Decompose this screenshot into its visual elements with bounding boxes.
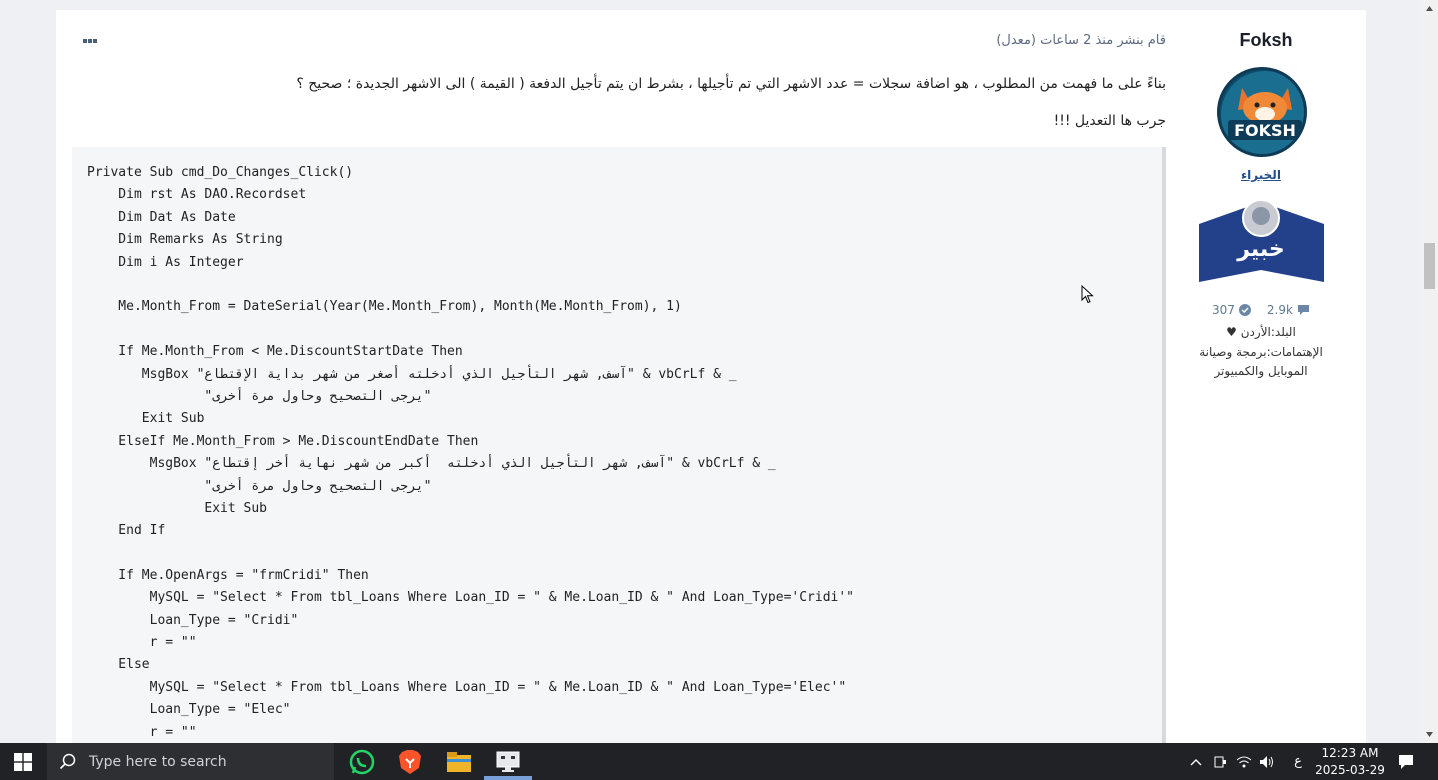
avatar-text: FOKSH	[1234, 121, 1296, 140]
brave-browser-icon[interactable]	[386, 743, 434, 780]
search-placeholder: Type here to search	[89, 753, 227, 770]
code-line: Exit Sub	[87, 501, 268, 516]
code-line: Loan_Type = "Cridi"	[87, 613, 299, 628]
code-line: End If	[87, 523, 166, 538]
code-block: Private Sub cmd_Do_Changes_Click() Dim r…	[72, 147, 1166, 747]
show-hidden-icons-chevron-icon[interactable]	[1186, 743, 1206, 780]
taskbar-search[interactable]: Type here to search	[47, 743, 334, 780]
code-line: Dim Dat As Date	[87, 210, 236, 225]
post-text-1: بناءً على ما فهمت من المطلوب ، هو اضافة …	[296, 76, 1166, 92]
code-line: Else	[87, 657, 150, 672]
page-scrollbar[interactable]	[1421, 0, 1438, 743]
code-line: MySQL = "Select * From tbl_Loans Where L…	[87, 680, 847, 695]
clock-date: 2025-03-29	[1315, 763, 1385, 777]
country-line: البلد:الأردن ♥	[1226, 325, 1296, 339]
code-line: Me.Month_From = DateSerial(Year(Me.Month…	[87, 299, 682, 314]
scroll-thumb[interactable]	[1424, 243, 1435, 289]
author-panel: Foksh FOKSH الخبراء خبير 307 2.9k البلد:…	[1166, 10, 1366, 750]
code-line: If Me.OpenArgs = "frmCridi" Then	[87, 568, 369, 583]
reputation-stat[interactable]: 307	[1212, 303, 1251, 317]
posts-count: 2.9k	[1266, 303, 1293, 317]
clock-time: 12:23 AM	[1321, 746, 1379, 760]
windows-start-icon[interactable]	[0, 743, 46, 780]
scroll-up-arrow-icon[interactable]	[1421, 0, 1438, 17]
whatsapp-icon[interactable]	[338, 743, 386, 780]
code-line: ElseIf Me.Month_From > Me.DiscountEndDat…	[87, 434, 479, 449]
code-line: Private Sub cmd_Do_Changes_Click()	[87, 165, 354, 180]
code-line: If Me.Month_From < Me.DiscountStartDate …	[87, 344, 463, 359]
code-line: Dim Remarks As String	[87, 232, 283, 247]
meet-now-icon[interactable]	[1210, 743, 1230, 780]
code-line: MySQL = "Select * From tbl_Loans Where L…	[87, 590, 855, 605]
author-name[interactable]: Foksh	[1166, 30, 1366, 51]
rank-badge: خبير	[1199, 196, 1324, 282]
remote-desktop-icon[interactable]	[484, 743, 532, 780]
taskbar-clock[interactable]: 12:23 AM 2025-03-29	[1312, 745, 1388, 779]
file-explorer-icon[interactable]	[435, 743, 483, 780]
code-line: r = ""	[87, 635, 197, 650]
code-line: "يرجى التصحيح وحاول مرة أخرى"	[87, 479, 432, 494]
posts-stat[interactable]: 2.9k	[1267, 303, 1310, 317]
comment-icon	[1297, 305, 1309, 315]
code-line: Dim rst As DAO.Recordset	[87, 187, 307, 202]
interests-line-2: الموبايل والكمبيوتر	[1214, 364, 1308, 378]
avatar[interactable]: FOKSH	[1217, 67, 1307, 157]
code-line: "يرجى التصحيح وحاول مرة أخرى"	[87, 389, 432, 404]
active-app-indicator	[484, 776, 532, 780]
mouse-cursor-icon	[1081, 285, 1094, 304]
network-icon[interactable]	[1234, 743, 1254, 780]
code-line: r = ""	[87, 725, 197, 740]
post-header: قام بنشر منذ 2 ساعات (معدل)	[56, 10, 1166, 50]
taskbar: Type here to search ع 12:23 AM 2025-03-2…	[0, 743, 1438, 780]
code-line: Dim i As Integer	[87, 255, 244, 270]
scroll-down-arrow-icon[interactable]	[1421, 726, 1438, 743]
reputation-count: 307	[1212, 303, 1235, 317]
more-options-icon[interactable]	[83, 33, 101, 47]
post-text-2: جرب ها التعديل !!!	[1053, 113, 1166, 129]
code-line: MsgBox "آسف, شهر التأجيل الذي أدخلته أصغ…	[87, 367, 737, 382]
volume-icon[interactable]	[1257, 743, 1277, 780]
keyboard-language[interactable]: ع	[1288, 743, 1308, 780]
code-line: MsgBox "آسف, شهر التأجيل الذي أدخلته أكب…	[87, 456, 776, 471]
interests-line-1: الإهتمامات:برمجة وصيانة	[1199, 344, 1323, 359]
badge-text: خبير	[1236, 237, 1285, 262]
code-line: Loan_Type = "Elec"	[87, 702, 291, 717]
code-line: Exit Sub	[87, 411, 205, 426]
rank-title[interactable]: الخبراء	[1166, 168, 1356, 182]
author-meta: البلد:الأردن ♥ الإهتمامات:برمجة وصيانة ا…	[1166, 323, 1356, 382]
search-icon	[59, 753, 76, 769]
notifications-icon[interactable]	[1394, 743, 1418, 780]
post-timestamp[interactable]: قام بنشر منذ 2 ساعات (معدل)	[996, 33, 1166, 48]
checkmark-icon	[1238, 304, 1251, 316]
author-stats: 307 2.9k	[1166, 303, 1356, 317]
